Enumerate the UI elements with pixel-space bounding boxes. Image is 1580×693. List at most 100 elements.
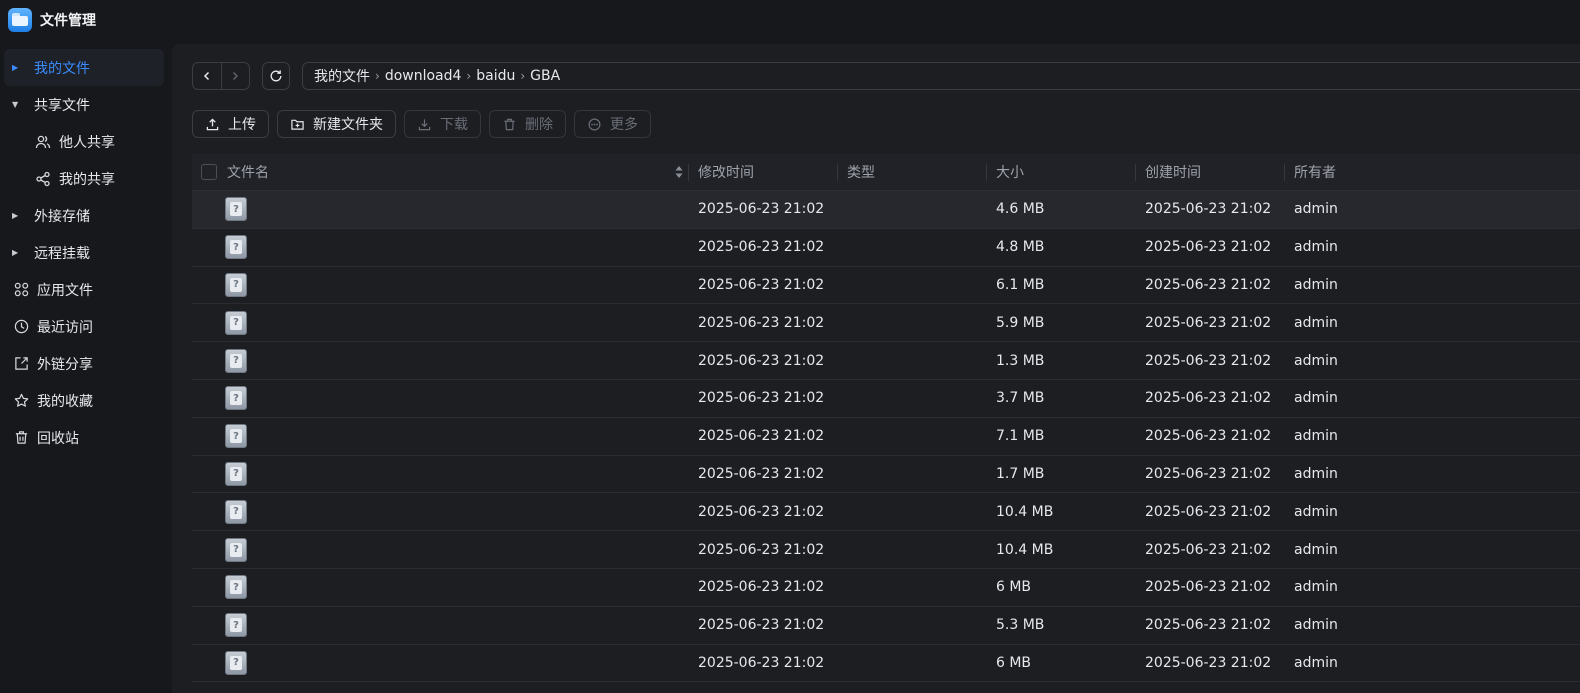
cell-modified: 2025-06-23 21:02	[698, 654, 825, 671]
table-row[interactable]: ? 2025-06-23 21:02 7.1 MB 2025-06-23 21:02 a…	[192, 418, 1580, 456]
download-button[interactable]: 下载	[404, 110, 481, 138]
sidebar-item-my-files[interactable]: ▶ 我的文件	[4, 49, 164, 86]
cell-created: 2025-06-23 21:02	[1145, 201, 1272, 218]
unknown-file-icon: ?	[225, 650, 247, 675]
sidebar-item-shared-files[interactable]: ▼ 共享文件	[4, 86, 164, 123]
upload-label: 上传	[228, 117, 256, 133]
column-header-label: 类型	[847, 165, 875, 181]
sidebar-item-app-files[interactable]: 应用文件	[4, 271, 164, 308]
table-row[interactable]: ? 2025-06-23 21:02 5.3 MB 2025-06-23 21:02 a…	[192, 607, 1580, 645]
cell-size: 10.4 MB	[996, 503, 1054, 520]
breadcrumb-item[interactable]: 我的文件	[314, 66, 370, 86]
unknown-file-icon: ?	[225, 461, 247, 486]
cell-modified: 2025-06-23 21:02	[698, 541, 825, 558]
forward-button[interactable]	[220, 63, 250, 89]
chevron-left-icon	[203, 71, 209, 81]
cell-type	[838, 531, 987, 568]
unknown-file-icon: ?	[225, 386, 247, 411]
sidebar-item-recent[interactable]: 最近访问	[4, 308, 164, 345]
sidebar-item-trash[interactable]: 回收站	[4, 419, 164, 456]
cell-owner: admin	[1294, 541, 1338, 558]
breadcrumb-item[interactable]: GBA	[530, 68, 560, 84]
column-header-label: 文件名	[227, 165, 269, 181]
cell-name: ?	[192, 342, 689, 379]
cell-type	[838, 607, 987, 644]
sidebar-item-label: 远程挂载	[34, 245, 90, 262]
table-row[interactable]: ? 2025-06-23 21:02 3.7 MB 2025-06-23 21:02 a…	[192, 380, 1580, 418]
share-nodes-icon	[34, 171, 52, 187]
cell-name: ?	[192, 531, 689, 568]
table-row[interactable]: ? 2025-06-23 21:02 5.9 MB 2025-06-23 21:02 a…	[192, 304, 1580, 343]
new-folder-button[interactable]: 新建文件夹	[277, 110, 396, 138]
cell-created: 2025-06-23 21:02	[1145, 654, 1272, 671]
breadcrumb-item[interactable]: baidu	[476, 68, 515, 84]
table-row[interactable]: ? 2025-06-23 21:02 6.1 MB 2025-06-23 21:02 a…	[192, 267, 1580, 305]
sidebar-item-remote-mount[interactable]: ▶ 远程挂载	[4, 234, 164, 271]
caret-down-icon: ▼	[12, 100, 19, 109]
column-header-modified[interactable]: 修改时间	[689, 154, 838, 190]
cell-type	[838, 191, 987, 228]
sidebar-item-external-links[interactable]: 外链分享	[4, 345, 164, 382]
cell-size: 7.1 MB	[996, 428, 1045, 445]
delete-button[interactable]: 删除	[489, 110, 566, 138]
cell-owner: admin	[1294, 428, 1338, 445]
upload-button[interactable]: 上传	[192, 110, 269, 138]
app-title: 文件管理	[40, 13, 96, 29]
sidebar-item-label: 最近访问	[37, 319, 93, 336]
table-row[interactable]: ? 2025-06-23 21:02 6 MB 2025-06-23 21:02 adm…	[192, 569, 1580, 607]
cell-owner: admin	[1294, 503, 1338, 520]
cell-name: ?	[192, 380, 689, 417]
table-row[interactable]: ? 2025-06-23 21:02 10.4 MB 2025-06-23 21:02…	[192, 531, 1580, 569]
cell-owner: admin	[1294, 239, 1338, 256]
cell-modified: 2025-06-23 21:02	[698, 390, 825, 407]
cell-type	[838, 569, 987, 606]
table-row[interactable]: ? 2025-06-23 21:02 4.8 MB 2025-06-23 21:02 a…	[192, 229, 1580, 267]
column-header-created[interactable]: 创建时间	[1136, 154, 1285, 190]
star-icon	[12, 393, 30, 409]
table-row[interactable]: ? 2025-06-23 21:02 6 MB 2025-06-23 21:02 adm…	[192, 645, 1580, 683]
users-icon	[34, 134, 52, 150]
back-button[interactable]	[193, 63, 221, 89]
toolbar: 上传 新建文件夹 下载 删除 更多	[192, 110, 651, 138]
caret-right-icon: ▶	[12, 211, 19, 220]
sidebar-item-external-storage[interactable]: ▶ 外接存储	[4, 197, 164, 234]
unknown-file-icon: ?	[225, 424, 247, 449]
column-header-size[interactable]: 大小	[987, 154, 1136, 190]
more-button[interactable]: 更多	[574, 110, 651, 138]
unknown-file-icon: ?	[225, 613, 247, 638]
sort-icon[interactable]	[675, 165, 683, 179]
caret-right-icon: ▶	[12, 248, 19, 257]
sidebar-item-my-shares[interactable]: 我的共享	[4, 160, 164, 197]
breadcrumb[interactable]: 我的文件 › download4 › baidu › GBA	[302, 62, 1580, 90]
trash-icon	[12, 430, 30, 446]
cell-owner: admin	[1294, 390, 1338, 407]
cell-size: 6.1 MB	[996, 276, 1045, 293]
table-row[interactable]: ? 2025-06-23 21:02 1.7 MB 2025-06-23 21:02 a…	[192, 456, 1580, 494]
table-row[interactable]: ? 2025-06-23 21:02 1.3 MB 2025-06-23 21:02 a…	[192, 342, 1580, 380]
unknown-file-icon: ?	[225, 499, 247, 524]
cell-name: ?	[192, 456, 689, 493]
trash-icon	[502, 117, 516, 131]
column-header-type[interactable]: 类型	[838, 154, 987, 190]
refresh-button[interactable]	[262, 62, 290, 90]
sidebar-item-favorites[interactable]: 我的收藏	[4, 382, 164, 419]
select-all-checkbox[interactable]	[201, 164, 217, 180]
download-icon	[417, 117, 431, 131]
cell-type	[838, 229, 987, 266]
breadcrumb-item[interactable]: download4	[385, 68, 462, 84]
table-row[interactable]: ? 2025-06-23 21:02 4.6 MB 2025-06-23 21:02 a…	[192, 191, 1580, 229]
table-header: 文件名 修改时间 类型 大小 创建时间 所有者	[192, 154, 1580, 191]
column-header-owner[interactable]: 所有者	[1285, 154, 1580, 190]
delete-label: 删除	[525, 117, 553, 133]
cell-owner: admin	[1294, 617, 1338, 634]
sidebar-item-shared-by-others[interactable]: 他人共享	[4, 123, 164, 160]
sidebar: ▶ 我的文件 ▼ 共享文件 他人共享 我的共享 ▶ 外接存储 ▶ 远程挂载 应用…	[0, 40, 172, 693]
unknown-file-icon: ?	[225, 348, 247, 373]
sidebar-item-label: 外链分享	[37, 356, 93, 373]
cell-type	[838, 456, 987, 493]
cell-size: 1.3 MB	[996, 352, 1045, 369]
cell-created: 2025-06-23 21:02	[1145, 352, 1272, 369]
table-row[interactable]: ? 2025-06-23 21:02 10.4 MB 2025-06-23 21:02…	[192, 493, 1580, 532]
column-header-name[interactable]: 文件名	[192, 154, 689, 190]
cell-name: ?	[192, 418, 689, 455]
